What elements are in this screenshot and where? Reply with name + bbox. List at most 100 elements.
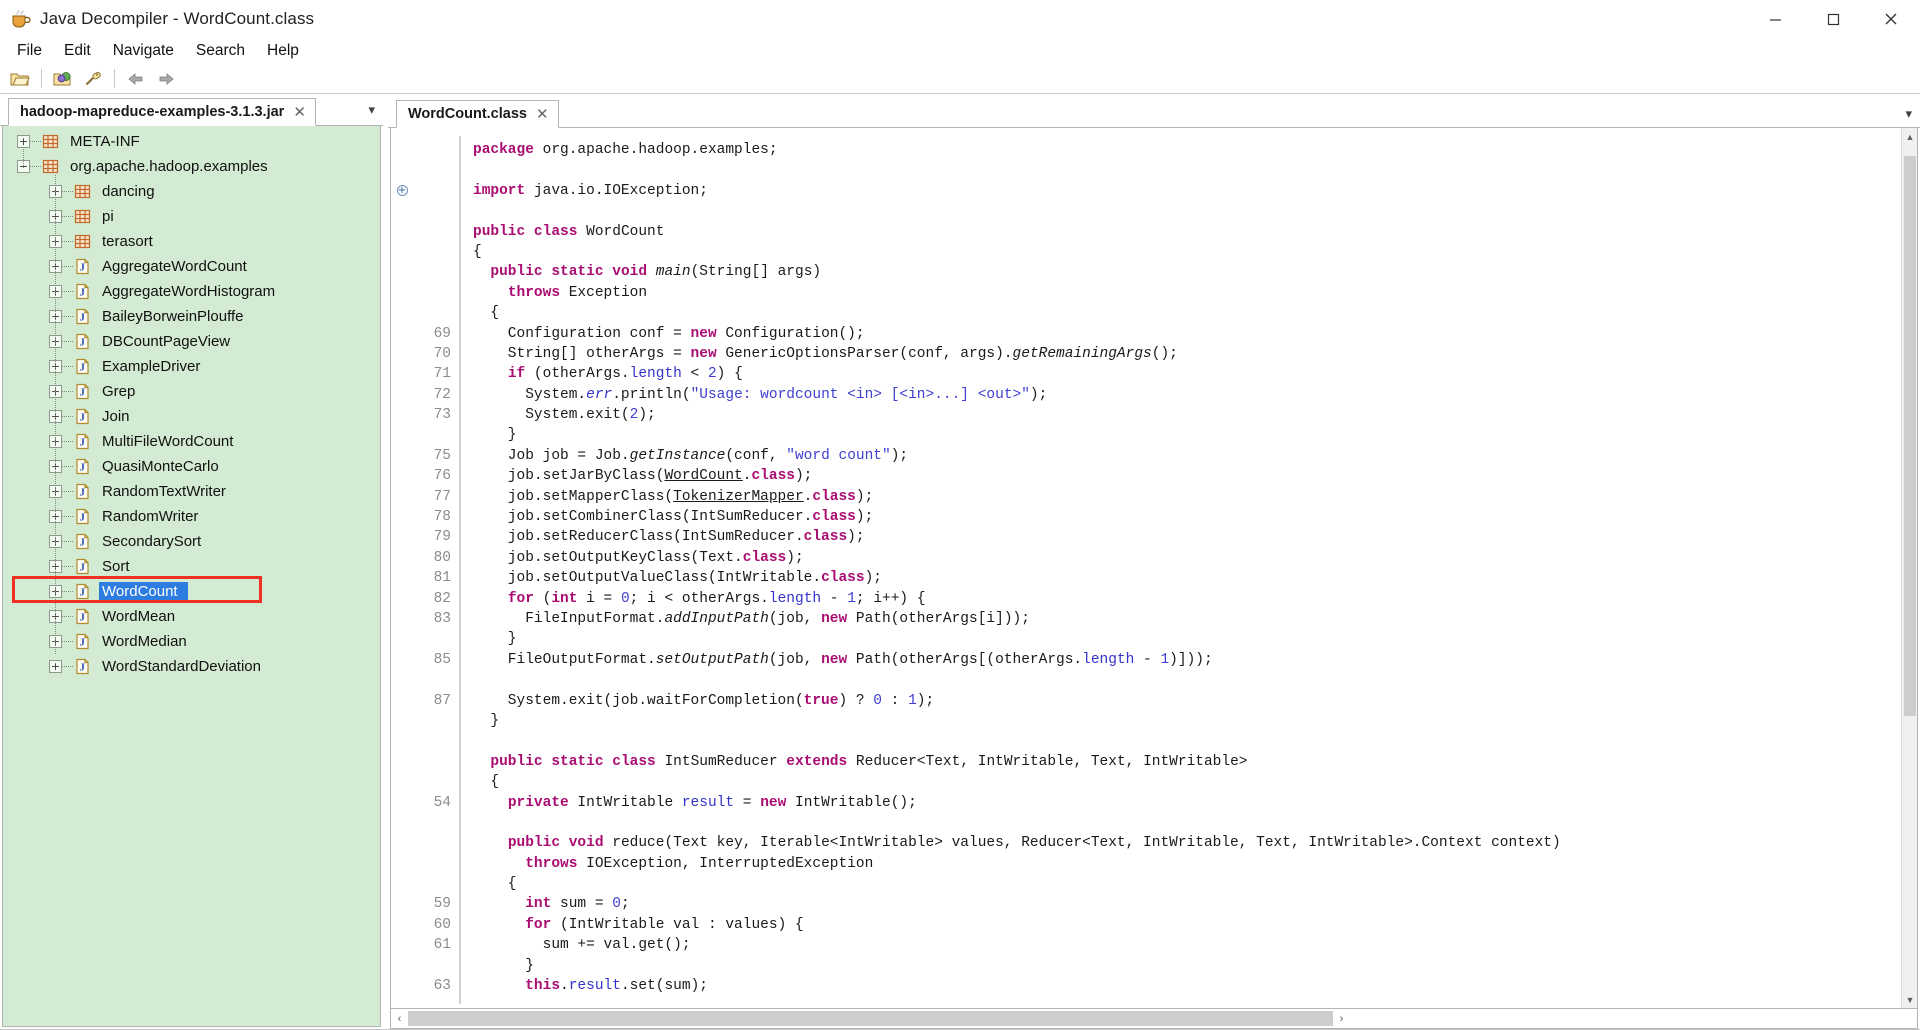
tree-node[interactable]: + J DBCountPageView — [3, 329, 380, 354]
tree-node[interactable]: + J AggregateWordCount — [3, 254, 380, 279]
horizontal-scroll-thumb[interactable] — [408, 1011, 1333, 1026]
scroll-left-icon[interactable]: ‹ — [391, 1010, 408, 1028]
scroll-down-icon[interactable]: ▼ — [1902, 991, 1917, 1008]
fold-slot[interactable]: + — [391, 181, 413, 201]
tree-node[interactable]: + terasort — [3, 229, 380, 254]
scroll-right-icon[interactable]: › — [1333, 1010, 1350, 1028]
tree-node[interactable]: + J MultiFileWordCount — [3, 429, 380, 454]
close-button[interactable] — [1862, 0, 1920, 38]
close-icon[interactable]: ✕ — [536, 107, 549, 122]
tab-wordcount-class[interactable]: WordCount.class ✕ — [396, 100, 559, 128]
line-number — [413, 813, 451, 833]
expand-import-icon[interactable]: + — [396, 185, 408, 197]
line-number: 78 — [433, 509, 451, 526]
tree-node[interactable]: + J BaileyBorweinPlouffe — [3, 304, 380, 329]
menu-search[interactable]: Search — [185, 39, 256, 63]
tree-node[interactable]: + J ExampleDriver — [3, 354, 380, 379]
maximize-button[interactable] — [1804, 0, 1862, 38]
fold-slot — [391, 629, 413, 649]
source-editor-panel: WordCount.class ✕ ▾ + 69 70 71 72 73 75 76 77 78… — [388, 94, 1920, 1029]
forward-arrow-icon[interactable] — [152, 66, 180, 92]
tree-node[interactable]: + J RandomWriter — [3, 504, 380, 529]
tree-node[interactable]: + J Sort — [3, 554, 380, 579]
open-type-icon[interactable] — [49, 66, 77, 92]
toolbar — [0, 64, 1920, 94]
java-class-icon: J — [73, 282, 92, 301]
fold-slot — [391, 364, 413, 384]
java-class-icon: J — [73, 482, 92, 501]
close-icon[interactable]: ✕ — [293, 105, 306, 120]
tree-node-label: pi — [102, 208, 114, 225]
chevron-down-icon[interactable]: ▾ — [1905, 106, 1912, 122]
tree-node[interactable]: + J SecondarySort — [3, 529, 380, 554]
line-number: 69 — [433, 325, 451, 342]
vertical-scroll-thumb[interactable] — [1904, 156, 1916, 716]
expand-icon[interactable]: + — [49, 660, 62, 673]
tree-node[interactable]: + J QuasiMonteCarlo — [3, 454, 380, 479]
tree-connector — [62, 666, 73, 667]
fold-slot — [391, 527, 413, 547]
tree-connector — [62, 316, 73, 317]
source-code-text[interactable]: package org.apache.hadoop.examples; impo… — [461, 128, 1917, 1008]
package-tree[interactable]: + META-INF − org.apache.hadoop.examples + dan… — [2, 126, 381, 1027]
scroll-up-icon[interactable]: ▲ — [1902, 128, 1917, 145]
code-line: { — [473, 876, 517, 893]
code-line: System.err.println("Usage: wordcount <in… — [473, 386, 1048, 403]
tree-node[interactable]: + META-INF — [3, 129, 380, 154]
fold-slot — [391, 935, 413, 955]
line-number — [413, 833, 451, 853]
tab-jar-file[interactable]: hadoop-mapreduce-examples-3.1.3.jar ✕ — [8, 98, 316, 126]
tree-node[interactable]: + J WordMean — [3, 604, 380, 629]
menu-edit[interactable]: Edit — [53, 39, 102, 63]
tree-connector — [62, 566, 73, 567]
tree-node[interactable]: + dancing — [3, 179, 380, 204]
code-line: public static void main(String[] args) — [490, 264, 822, 281]
tree-node-label: META-INF — [70, 133, 140, 150]
tab-jar-label: hadoop-mapreduce-examples-3.1.3.jar — [20, 104, 285, 120]
tree-connector — [62, 641, 73, 642]
fold-gutter[interactable]: + — [391, 128, 413, 1008]
tree-connector — [62, 366, 73, 367]
open-file-icon[interactable] — [6, 66, 34, 92]
package-icon — [73, 182, 92, 201]
chevron-down-icon[interactable]: ▾ — [368, 102, 375, 118]
fold-slot — [391, 324, 413, 344]
menu-help[interactable]: Help — [256, 39, 310, 63]
editor-vertical-scrollbar[interactable]: ▲ ▼ — [1901, 128, 1917, 1008]
tree-node-label: ExampleDriver — [102, 358, 201, 375]
tree-node[interactable]: − org.apache.hadoop.examples — [3, 154, 380, 179]
minimize-button[interactable] — [1746, 0, 1804, 38]
line-number — [413, 425, 451, 445]
tree-node[interactable]: + pi — [3, 204, 380, 229]
back-arrow-icon[interactable] — [122, 66, 150, 92]
tree-node[interactable]: + J WordStandardDeviation — [3, 654, 380, 679]
line-number: 82 — [433, 590, 451, 607]
line-number: 61 — [433, 937, 451, 954]
fold-slot — [391, 201, 413, 221]
tree-node[interactable]: + J AggregateWordHistogram — [3, 279, 380, 304]
tree-node[interactable]: + J Join — [3, 404, 380, 429]
fold-slot — [391, 446, 413, 466]
line-number: 63 — [433, 978, 451, 995]
svg-text:J: J — [80, 363, 85, 374]
fold-slot — [391, 568, 413, 588]
tree-node-selected[interactable]: + J WordCount — [3, 579, 380, 604]
jar-explorer-panel: hadoop-mapreduce-examples-3.1.3.jar ✕ ▾ … — [0, 94, 383, 1029]
menu-file[interactable]: File — [6, 39, 53, 63]
line-number — [413, 772, 451, 792]
menu-navigate[interactable]: Navigate — [102, 39, 185, 63]
open-type-hierarchy-icon[interactable] — [79, 66, 107, 92]
editor-horizontal-scrollbar[interactable]: ‹ › — [390, 1009, 1918, 1029]
tree-node[interactable]: + J Grep — [3, 379, 380, 404]
tree-guide-line — [55, 175, 56, 654]
tree-node[interactable]: + J RandomTextWriter — [3, 479, 380, 504]
code-line: job.setJarByClass(WordCount.class); — [473, 468, 813, 485]
fold-slot — [391, 731, 413, 751]
fold-slot — [391, 140, 413, 160]
line-number — [413, 752, 451, 772]
line-number — [413, 242, 451, 262]
tree-node[interactable]: + J WordMedian — [3, 629, 380, 654]
line-number: 83 — [433, 610, 451, 627]
java-class-icon: J — [73, 407, 92, 426]
